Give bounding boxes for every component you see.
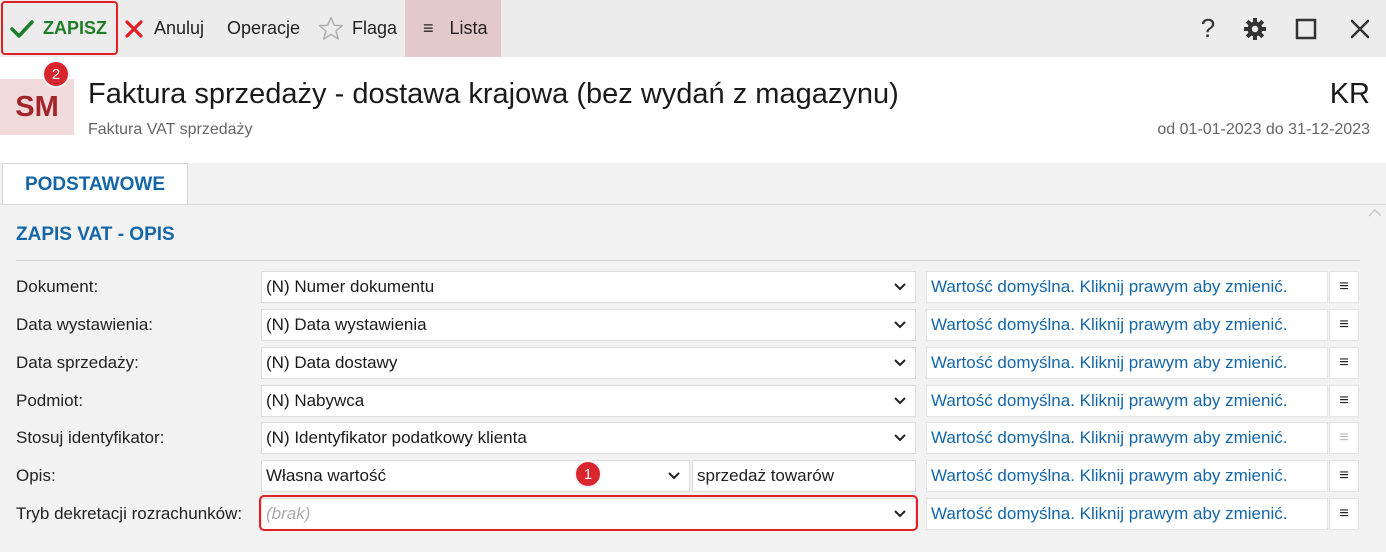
opis-text-input[interactable]: sprzedaż towarów bbox=[692, 460, 916, 492]
form-row-data-wystawienia: Data wystawienia: (N) Data wystawienia W… bbox=[0, 309, 1386, 341]
row-menu-icon[interactable]: ≡ bbox=[1329, 347, 1359, 379]
cancel-button[interactable]: Anuluj bbox=[125, 0, 204, 57]
default-value-hint[interactable]: Wartość domyślna. Kliknij prawym aby zmi… bbox=[926, 271, 1328, 303]
form-row-opis: Opis: Własna wartość sprzedaż towarów Wa… bbox=[0, 460, 1386, 492]
list-label: Lista bbox=[449, 18, 488, 38]
tab-podstawowe[interactable]: PODSTAWOWE bbox=[2, 163, 188, 205]
chevron-down-icon bbox=[894, 397, 906, 405]
chevron-down-icon bbox=[668, 472, 680, 480]
row-menu-icon[interactable]: ≡ bbox=[1329, 271, 1359, 303]
field-label: Dokument: bbox=[16, 277, 99, 296]
select-value: (N) Nabywca bbox=[266, 391, 365, 410]
default-value-hint[interactable]: Wartość domyślna. Kliknij prawym aby zmi… bbox=[926, 309, 1328, 341]
flag-button[interactable]: Flaga bbox=[318, 0, 397, 57]
select-value: (N) Numer dokumentu bbox=[266, 277, 435, 296]
toolbar: ZAPISZ Anuluj Operacje Flaga ≡ Lista ? bbox=[0, 0, 1386, 57]
select-value: Własna wartość bbox=[266, 466, 386, 485]
row-menu-icon[interactable]: ≡ bbox=[1329, 460, 1359, 492]
identyfikator-select[interactable]: (N) Identyfikator podatkowy klienta bbox=[261, 422, 916, 454]
field-label: Tryb dekretacji rozrachunków: bbox=[16, 504, 243, 523]
chevron-down-icon bbox=[894, 359, 906, 367]
menu-icon: ≡ bbox=[423, 18, 434, 38]
field-label: Data wystawienia: bbox=[16, 315, 154, 334]
row-menu-icon[interactable]: ≡ bbox=[1329, 498, 1359, 530]
cancel-label: Anuluj bbox=[154, 18, 205, 38]
row-menu-icon[interactable]: ≡ bbox=[1329, 422, 1359, 454]
operations-button[interactable]: Operacje bbox=[227, 0, 300, 57]
default-value-hint[interactable]: Wartość domyślna. Kliknij prawym aby zmi… bbox=[926, 347, 1328, 379]
field-label: Data sprzedaży: bbox=[16, 353, 139, 372]
chevron-down-icon bbox=[894, 283, 906, 291]
page-title: Faktura sprzedaży - dostawa krajowa (bez… bbox=[88, 78, 899, 110]
section-title: ZAPIS VAT - OPIS bbox=[16, 224, 175, 245]
chevron-down-icon bbox=[894, 321, 906, 329]
form-row-stosuj-identyfikator: Stosuj identyfikator: (N) Identyfikator … bbox=[0, 422, 1386, 454]
close-icon[interactable] bbox=[1340, 0, 1380, 57]
validity-period: od 01-01-2023 do 31-12-2023 bbox=[1157, 121, 1370, 138]
chevron-down-icon bbox=[894, 434, 906, 442]
maximize-icon[interactable] bbox=[1286, 0, 1326, 57]
default-value-hint[interactable]: Wartość domyślna. Kliknij prawym aby zmi… bbox=[926, 460, 1328, 492]
select-value: (N) Data wystawienia bbox=[266, 315, 427, 334]
highlight-frame bbox=[259, 495, 918, 531]
avatar: SM bbox=[0, 79, 74, 135]
field-label: Stosuj identyfikator: bbox=[16, 428, 165, 447]
help-icon[interactable]: ? bbox=[1188, 0, 1228, 57]
form-row-tryb-dekretacji: Tryb dekretacji rozrachunków: (brak) War… bbox=[0, 495, 1386, 531]
select-value: (N) Data dostawy bbox=[266, 353, 398, 372]
x-icon bbox=[125, 19, 143, 38]
star-icon bbox=[318, 16, 344, 40]
field-label: Opis: bbox=[16, 466, 56, 485]
data-sprzedazy-select[interactable]: (N) Data dostawy bbox=[261, 347, 916, 379]
row-menu-icon[interactable]: ≡ bbox=[1329, 309, 1359, 341]
tab-divider bbox=[0, 204, 1386, 205]
form-row-podmiot: Podmiot: (N) Nabywca Wartość domyślna. K… bbox=[0, 385, 1386, 417]
default-value-hint[interactable]: Wartość domyślna. Kliknij prawym aby zmi… bbox=[926, 498, 1328, 530]
row-menu-icon[interactable]: ≡ bbox=[1329, 385, 1359, 417]
gear-icon[interactable] bbox=[1235, 0, 1275, 57]
select-value: (N) Identyfikator podatkowy klienta bbox=[266, 428, 527, 447]
form-row-data-sprzedazy: Data sprzedaży: (N) Data dostawy Wartość… bbox=[0, 347, 1386, 379]
annotation-badge-1: 1 bbox=[574, 460, 602, 488]
chevron-up-icon[interactable] bbox=[1368, 208, 1382, 218]
field-label: Podmiot: bbox=[16, 391, 84, 410]
opis-select[interactable]: Własna wartość bbox=[261, 460, 690, 492]
default-value-hint[interactable]: Wartość domyślna. Kliknij prawym aby zmi… bbox=[926, 385, 1328, 417]
form-row-dokument: Dokument: (N) Numer dokumentu Wartość do… bbox=[0, 271, 1386, 303]
document-header: SM Faktura sprzedaży - dostawa krajowa (… bbox=[0, 57, 1386, 163]
list-button[interactable]: ≡ Lista bbox=[405, 0, 501, 57]
podmiot-select[interactable]: (N) Nabywca bbox=[261, 385, 916, 417]
data-wystawienia-select[interactable]: (N) Data wystawienia bbox=[261, 309, 916, 341]
document-code: KR bbox=[1329, 78, 1370, 110]
annotation-badge-2: 2 bbox=[42, 60, 70, 88]
operations-label: Operacje bbox=[227, 18, 301, 38]
flag-label: Flaga bbox=[352, 18, 398, 38]
default-value-hint[interactable]: Wartość domyślna. Kliknij prawym aby zmi… bbox=[926, 422, 1328, 454]
section-divider bbox=[16, 260, 1360, 261]
dokument-select[interactable]: (N) Numer dokumentu bbox=[261, 271, 916, 303]
save-highlight-frame bbox=[1, 1, 118, 55]
page-subtitle: Faktura VAT sprzedaży bbox=[88, 121, 253, 138]
